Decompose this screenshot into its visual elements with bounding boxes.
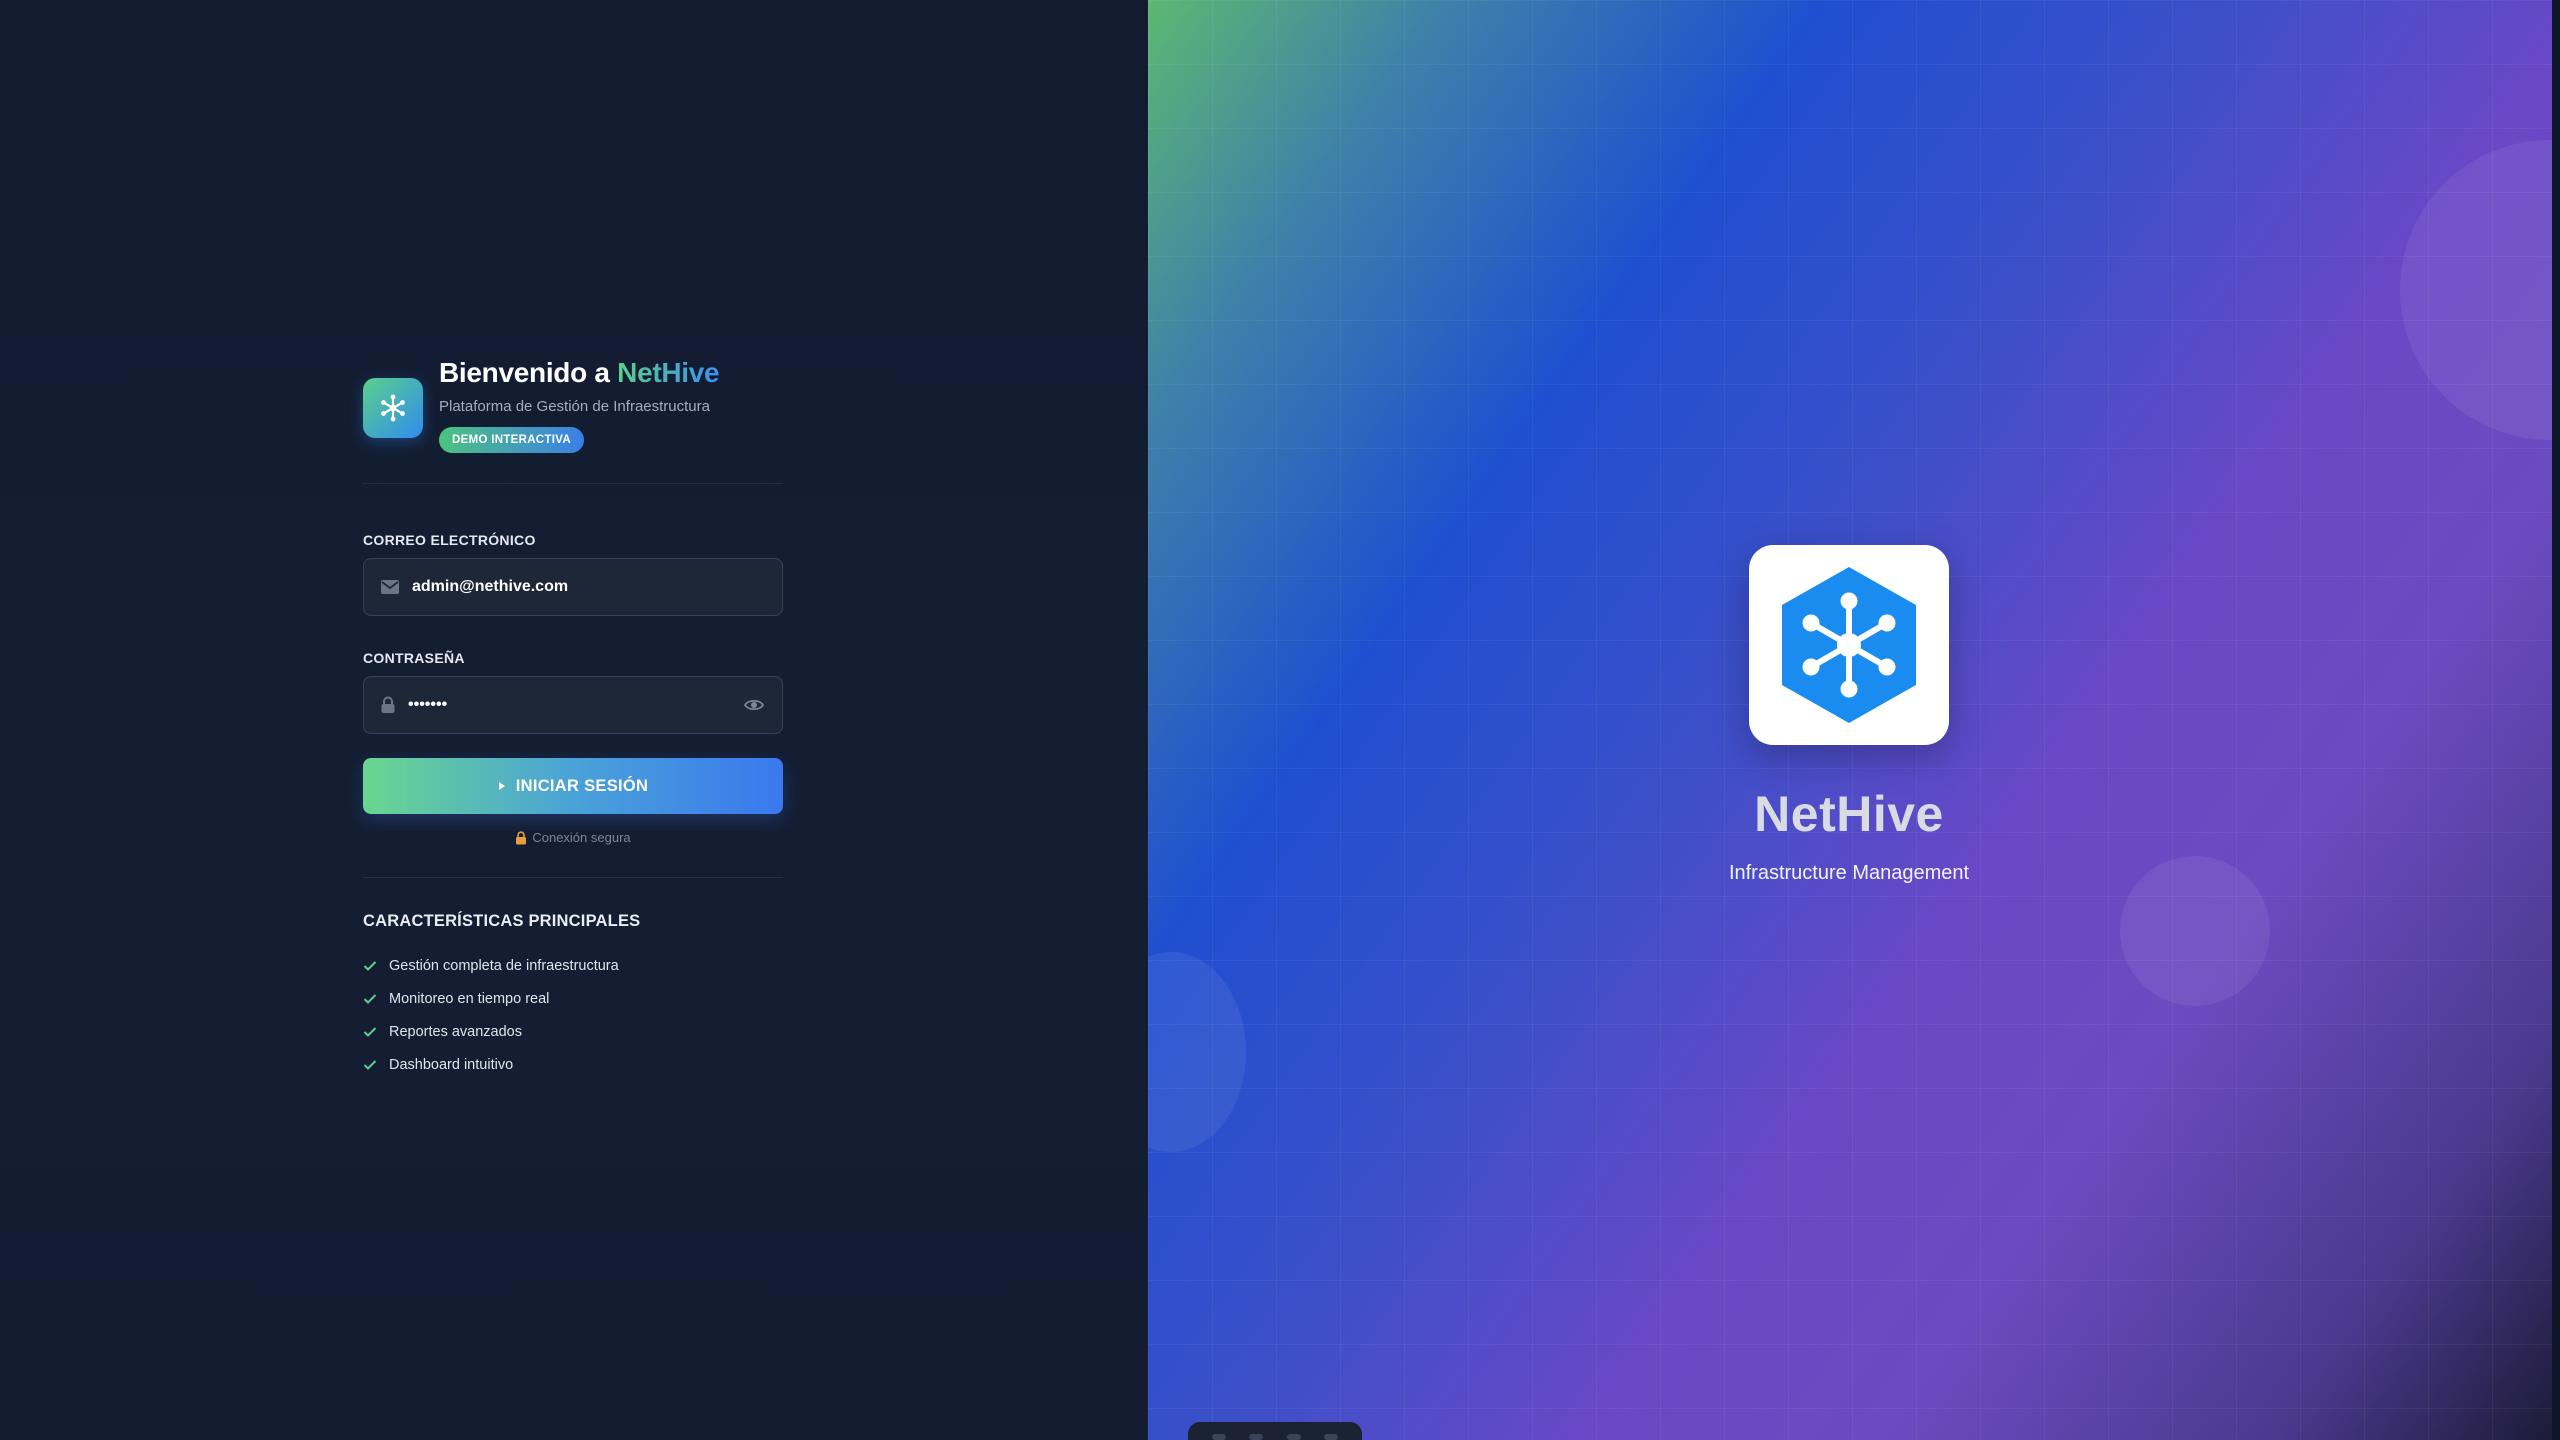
feature-text: Gestión completa de infraestructura [389, 957, 619, 974]
brand-header: Bienvenido a NetHive Plataforma de Gesti… [363, 356, 783, 453]
password-label: CONTRASEÑA [363, 650, 465, 666]
hero-tagline: Infrastructure Management [1728, 862, 1970, 884]
toolbar-icon[interactable] [1286, 1434, 1301, 1440]
check-icon [363, 993, 377, 1004]
hive-logo-icon [363, 378, 423, 438]
padlock-icon [516, 830, 527, 844]
lock-icon [381, 696, 395, 713]
hive-logo-icon [1749, 545, 1949, 745]
feature-text: Reportes avanzados [389, 1023, 522, 1040]
email-field[interactable] [412, 578, 742, 596]
check-icon [363, 960, 377, 971]
feature-item: Gestión completa de infraestructura [363, 949, 783, 982]
brand-text: Bienvenido a NetHive Plataforma de Gesti… [439, 356, 720, 453]
check-icon [363, 1059, 377, 1070]
hero-title-wrap: NetHive [1549, 785, 2149, 843]
divider [363, 483, 783, 484]
eye-icon[interactable] [744, 696, 764, 714]
login-button-label: INICIAR SESIÓN [515, 776, 649, 795]
hero-tagline-wrap: Infrastructure Management [1549, 862, 2149, 885]
toolbar-icon[interactable] [1249, 1434, 1264, 1440]
feature-text: Monitoreo en tiempo real [389, 990, 550, 1007]
password-field[interactable] [408, 696, 738, 714]
feature-item: Monitoreo en tiempo real [363, 982, 783, 1015]
secure-connection: Conexión segura [363, 830, 783, 845]
title-brand: NetHive [617, 357, 720, 388]
page-subtitle: Plataforma de Gestión de Infraestructura [439, 398, 710, 415]
email-label: CORREO ELECTRÓNICO [363, 532, 536, 548]
feature-text: Dashboard intuitivo [389, 1056, 514, 1073]
toolbar-icon[interactable] [1324, 1434, 1339, 1440]
title-prefix: Bienvenido a [439, 357, 618, 388]
divider [363, 877, 783, 878]
hero-title: NetHive [1754, 786, 1944, 842]
features-title: CARACTERÍSTICAS PRINCIPALES [363, 912, 641, 930]
window-edge [2552, 0, 2560, 1440]
secure-text: Conexión segura [532, 830, 631, 845]
demo-badge: DEMO INTERACTIVA [439, 427, 584, 453]
mail-icon [381, 580, 399, 594]
login-panel: Bienvenido a NetHive Plataforma de Gesti… [0, 0, 1148, 1440]
hero-panel: NetHive Infrastructure Management [1148, 0, 2560, 1440]
check-icon [363, 1026, 377, 1037]
login-button[interactable]: INICIAR SESIÓN [363, 758, 783, 814]
feature-item: Reportes avanzados [363, 1015, 783, 1048]
password-field-box [363, 676, 783, 734]
toolbar-icon[interactable] [1211, 1434, 1226, 1440]
feature-item: Dashboard intuitivo [363, 1048, 783, 1081]
login-form: Bienvenido a NetHive Plataforma de Gesti… [363, 356, 783, 1081]
page-title: Bienvenido a NetHive [439, 356, 720, 390]
email-field-box [363, 558, 783, 616]
floating-toolbar[interactable] [1188, 1422, 1362, 1440]
play-icon [498, 782, 505, 790]
hero-logo-wrap [1749, 545, 1949, 745]
